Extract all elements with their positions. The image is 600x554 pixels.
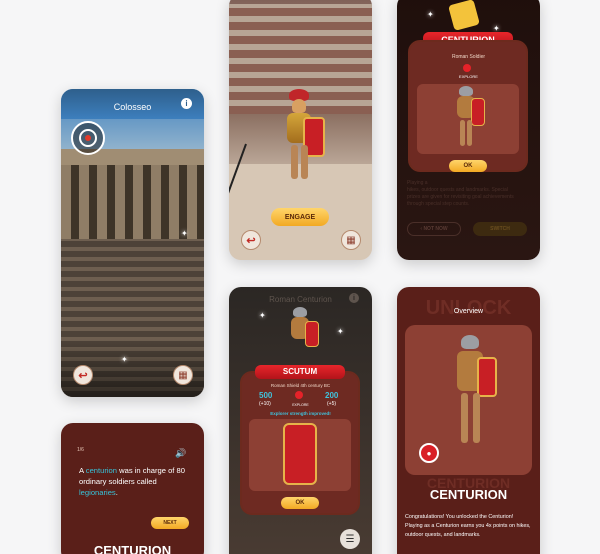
footer-title: CENTURION xyxy=(93,543,172,554)
explore-dot xyxy=(463,64,471,72)
info-icon[interactable]: i xyxy=(349,293,359,303)
stat-right-delta: (+5) xyxy=(327,401,337,407)
stat-right-value: 200 xyxy=(325,391,339,400)
badge-title: SCUTUM xyxy=(255,365,345,379)
back-button[interactable]: ↩ xyxy=(73,365,93,385)
centurion-figure xyxy=(281,307,325,367)
explore-label: EXPLORE xyxy=(459,74,478,79)
screen-scutum: Roman Centurion i ✦ ✦ SCUTUM Roman Shiel… xyxy=(229,287,372,554)
fact-text-part: . xyxy=(115,488,118,497)
bg-text-line: Playing a xyxy=(407,180,428,186)
showcase-canvas: Colosseo i ↩ ▦ ✦ ✦ ENGAGE ↩ ▦ ✦ ✦ Roman … xyxy=(0,0,600,554)
radar-icon[interactable] xyxy=(71,121,105,155)
back-arrow-icon: ↩ xyxy=(246,234,256,247)
bg-text-line: prizes are given for revisiting goal ach… xyxy=(407,194,514,200)
fact-text-part: A xyxy=(79,466,86,475)
not-now-label: NOT NOW xyxy=(423,226,448,232)
stat-left-value: 500 xyxy=(259,391,273,400)
switch-label: SWITCH xyxy=(490,226,510,232)
gift-box-icon xyxy=(448,0,480,31)
scutum-shield-image xyxy=(283,423,317,485)
improved-text: Explorer strength improved! xyxy=(270,411,331,416)
ok-button[interactable]: OK xyxy=(449,160,487,172)
building-icon: ▦ xyxy=(346,234,356,246)
centurion-figure xyxy=(449,86,489,152)
back-arrow-icon: ↩ xyxy=(78,369,88,382)
gallery-button[interactable]: ▦ xyxy=(341,230,361,250)
badge-subtitle: Roman Shield 4th century BC xyxy=(270,383,331,388)
seal-icon: ● xyxy=(426,448,432,458)
info-icon[interactable]: i xyxy=(181,98,192,109)
ok-button[interactable]: OK xyxy=(281,497,319,509)
menu-button[interactable]: ☰ xyxy=(340,529,360,549)
screen-unlock-dark: ✦ ✦ CENTURION Roman Soldier EXPLORE OK P… xyxy=(397,0,540,260)
overview-description: Congratulations! You unlocked the Centur… xyxy=(405,514,531,538)
fact-text: A centurion was in charge of 80 ordinary… xyxy=(79,465,189,498)
back-button[interactable]: ↩ xyxy=(241,230,261,250)
sparkle-icon: ✦ xyxy=(121,355,128,364)
badge-subtitle: Roman Soldier xyxy=(451,54,486,60)
not-now-button[interactable]: ‹ NOT NOW xyxy=(407,222,461,236)
screen-colosseo: Colosseo i ↩ ▦ ✦ ✦ xyxy=(61,89,204,397)
sparkle-icon: ✦ xyxy=(259,311,266,320)
speaker-button[interactable]: 🔊 xyxy=(175,447,187,459)
screen-title: Overview xyxy=(453,308,484,315)
fact-highlight[interactable]: centurion xyxy=(86,466,117,475)
switch-button[interactable]: SWITCH xyxy=(473,222,527,236)
fact-highlight[interactable]: legionaries xyxy=(79,488,116,497)
background-text: Playing a hikes, outdoor quests and land… xyxy=(407,180,532,208)
bg-text-line: hikes, outdoor quests and landmarks. Spe… xyxy=(407,187,508,193)
badge-title-text: SCUTUM xyxy=(282,367,318,376)
speaker-icon: 🔊 xyxy=(175,447,187,458)
explore-label: EXPLORE xyxy=(292,403,309,407)
screen-overview: UNLOCK Overview ● CENTURION CENTURION Co… xyxy=(397,287,540,554)
centurion-figure xyxy=(275,89,335,189)
screen-arena: ENGAGE ↩ ▦ xyxy=(229,0,372,260)
menu-icon: ☰ xyxy=(345,533,355,545)
sparkle-icon: ✦ xyxy=(337,327,344,336)
centurion-figure xyxy=(441,333,501,453)
sparkle-icon: ✦ xyxy=(427,10,434,19)
overview-name: CENTURION xyxy=(429,487,508,502)
screen-fact: 1/6 🔊 A centurion was in charge of 80 or… xyxy=(61,423,204,554)
counter: 1/6 xyxy=(77,447,84,453)
engage-button[interactable]: ENGAGE xyxy=(271,208,329,226)
gallery-button[interactable]: ▦ xyxy=(173,365,193,385)
next-button[interactable]: NEXT xyxy=(151,517,189,529)
explore-dot xyxy=(295,391,303,399)
seal-button[interactable]: ● xyxy=(419,443,439,463)
bg-text-line: through special step counts. xyxy=(407,201,470,207)
building-icon: ▦ xyxy=(178,369,188,381)
sparkle-icon: ✦ xyxy=(181,229,188,238)
